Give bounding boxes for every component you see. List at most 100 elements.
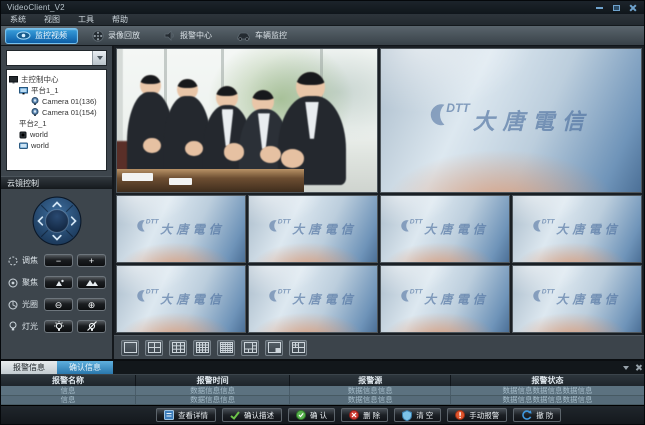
layout-16-icon [196,342,209,353]
layout-1-button[interactable] [121,340,139,356]
light-off-icon [86,321,98,332]
tab-vehicle-monitor[interactable]: 车辆监控 [226,28,297,44]
video-tile-live[interactable] [116,48,378,193]
zoom-out-button[interactable]: − [44,254,73,267]
menu-system[interactable]: 系统 [10,14,26,25]
alarm-collapse-button[interactable] [620,361,632,374]
manual-alarm-button[interactable]: 手动报警 [447,408,507,422]
server-dark-icon [19,131,27,139]
layout-25-icon [220,342,233,353]
video-tile-empty[interactable]: DTT大唐電信 [116,195,246,263]
tree-node-platform2[interactable]: 平台2_1 [9,118,104,129]
layout-selector-bar [114,335,644,359]
confirm-description-button[interactable]: 确认描述 [222,408,282,422]
tree-node-camera-154[interactable]: Camera 01(154) [9,107,104,118]
collapse-icon [623,366,629,370]
video-tile-empty[interactable]: DTT 大唐電信 [380,48,642,193]
layout-mixed-icon [292,342,305,353]
video-tile-empty[interactable]: DTT大唐電信 [512,195,642,263]
layout-pip-button[interactable] [265,340,283,356]
menu-help[interactable]: 帮助 [112,14,128,25]
dtt-watermark: DTT大唐電信 [137,219,225,237]
alarm-panel: 报警信息 确认信息 报警名称 报警时间 报警源 报警状态 信息 数据信息信息 数… [1,359,644,405]
menu-bar: 系统 视图 工具 帮助 [1,14,644,26]
sidebar: 主控制中心 平台1_1 Camera 01(136) Camera 01(154… [1,46,114,359]
device-tree: 主控制中心 平台1_1 Camera 01(136) Camera 01(154… [6,69,107,171]
layout-4-icon [148,342,161,353]
tab-confirm-info[interactable]: 确认信息 [57,361,113,374]
tab-label: 监控视频 [35,30,67,41]
speaker-icon [164,30,176,41]
video-tile-empty[interactable]: DTT大唐電信 [380,195,510,263]
alarm-row[interactable]: 信息 数据信息信息 数据信息信息 数据信息数据信息数据信息 [1,386,644,396]
tab-playback[interactable]: 录像回放 [82,28,150,44]
menu-view[interactable]: 视图 [44,14,60,25]
menu-tools[interactable]: 工具 [78,14,94,25]
alarm-row[interactable]: 信息 数据信息信息 数据信息信息 数据信息数据信息数据信息 [1,396,644,406]
minimize-button[interactable] [594,4,604,12]
col-alarm-status: 报警状态 [451,375,644,386]
tab-alarm-info[interactable]: 报警信息 [1,361,57,374]
ptz-dpad[interactable] [32,196,82,246]
action-bar: 查看详情 确认描述 确 认 删 除 清 空 手动报警 撤 防 [1,405,644,424]
video-tile-empty[interactable]: DTT大唐電信 [116,265,246,333]
ptz-panel-header: 云镜控制 [1,176,112,189]
tree-node-camera-136[interactable]: Camera 01(136) [9,96,104,107]
video-tile-empty[interactable]: DTT大唐電信 [248,265,378,333]
close-icon [629,4,637,12]
tree-node-platform1[interactable]: 平台1_1 [9,85,104,96]
layout-6-button[interactable] [241,340,259,356]
tab-label: 录像回放 [108,30,140,41]
tree-node-control-center[interactable]: 主控制中心 [9,74,104,85]
window-title: VideoClient_V2 [7,3,65,12]
layout-mixed-button[interactable] [289,340,307,356]
car-icon [236,31,251,41]
disarm-button[interactable]: 撤 防 [513,408,561,422]
tree-node-world-2[interactable]: world [9,140,104,151]
clear-button[interactable]: 清 空 [394,408,441,422]
tree-node-world-1[interactable]: world [9,129,104,140]
tab-alarm-center[interactable]: 报警中心 [154,28,222,44]
view-details-button[interactable]: 查看详情 [156,408,216,422]
layout-16-button[interactable] [193,340,211,356]
alarm-close-button[interactable] [632,361,644,374]
layout-pip-icon [268,342,281,353]
light-on-button[interactable] [44,320,73,333]
confirm-button[interactable]: 确 认 [288,408,335,422]
delete-icon [349,410,359,420]
check-icon [230,411,240,420]
device-dropdown[interactable] [6,50,107,66]
maximize-button[interactable] [611,4,621,12]
video-tile-empty[interactable]: DTT大唐電信 [248,195,378,263]
maximize-icon [613,5,620,11]
chevron-down-icon [97,56,103,60]
dropdown-button[interactable] [92,51,106,65]
tab-surveillance-video[interactable]: 监控视频 [5,28,78,44]
light-on-icon [53,321,65,332]
light-row-icon [8,321,18,332]
ptz-light-label: 灯光 [22,321,40,332]
video-tile-empty[interactable]: DTT大唐電信 [512,265,642,333]
video-tile-empty[interactable]: DTT大唐電信 [380,265,510,333]
close-button[interactable] [628,4,638,12]
monitor-blue-icon [19,87,28,95]
layout-25-button[interactable] [217,340,235,356]
dtt-watermark: DTT大唐電信 [269,219,357,237]
iris-close-button[interactable]: ⊖ [44,298,73,311]
layout-9-button[interactable] [169,340,187,356]
zoom-in-button[interactable]: + [77,254,106,267]
focus-near-button[interactable] [44,276,73,289]
layout-4-button[interactable] [145,340,163,356]
dtt-watermark: DTT大唐電信 [137,289,225,307]
dtt-watermark: DTT大唐電信 [269,289,357,307]
details-icon [164,410,174,420]
light-off-button[interactable] [77,320,106,333]
ptz-title: 云镜控制 [7,178,39,189]
focus-far-button[interactable] [77,276,106,289]
delete-button[interactable]: 删 除 [341,408,388,422]
iris-open-button[interactable]: ⊕ [77,298,106,311]
eye-icon [16,31,31,40]
live-video-feed [117,49,377,192]
manual-alarm-icon [455,410,465,420]
camera-icon [31,97,39,106]
